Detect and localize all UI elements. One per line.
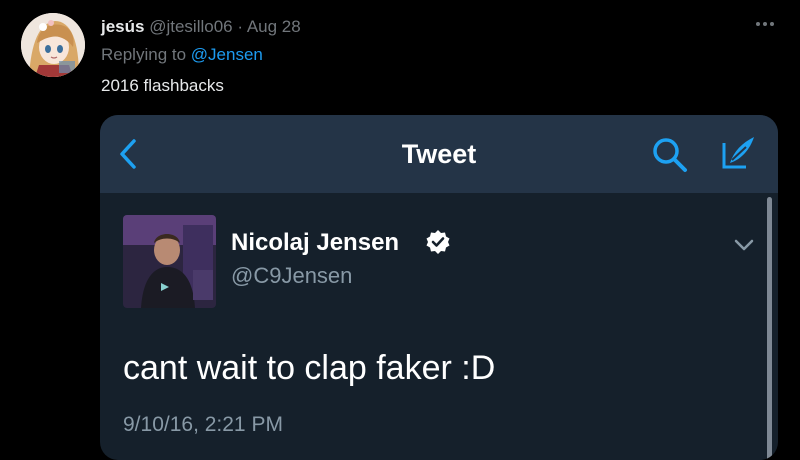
search-icon <box>653 138 687 172</box>
replying-to-line: Replying to @Jensen <box>101 45 263 65</box>
reply-handle[interactable]: @jtesillo06 <box>149 17 232 36</box>
author-avatar <box>123 215 216 308</box>
reply-header: jesús @jtesillo06 · Aug 28 <box>101 16 301 38</box>
more-horizontal-icon[interactable] <box>752 14 778 34</box>
screenshot-nav-bar: Tweet <box>100 115 778 193</box>
reply-display-name[interactable]: jesús <box>101 17 144 36</box>
replying-to-mention[interactable]: @Jensen <box>191 45 263 64</box>
verified-badge-icon <box>426 230 450 254</box>
screenshot-scrollbar <box>767 197 772 460</box>
compose-icon <box>722 137 754 169</box>
avatar-illustration <box>21 13 85 77</box>
reply-date[interactable]: Aug 28 <box>247 17 301 36</box>
chevron-down-icon <box>734 239 754 251</box>
replying-to-prefix: Replying to <box>101 45 187 64</box>
tweet-media-screenshot[interactable]: Tweet Nicolaj Jensen @C9Jensen cant wait… <box>100 115 778 460</box>
author-name: Nicolaj Jensen <box>231 229 400 256</box>
author-photo <box>123 215 216 308</box>
more-horizontal-icon-graphic <box>756 22 774 26</box>
author-handle: @C9Jensen <box>231 263 353 288</box>
screenshot-tweet-text: cant wait to clap faker :D <box>123 349 496 387</box>
header-separator: · <box>237 17 244 36</box>
reply-avatar[interactable] <box>21 13 85 77</box>
screenshot-timestamp: 9/10/16, 2:21 PM <box>123 413 283 436</box>
reply-text: 2016 flashbacks <box>101 76 224 95</box>
